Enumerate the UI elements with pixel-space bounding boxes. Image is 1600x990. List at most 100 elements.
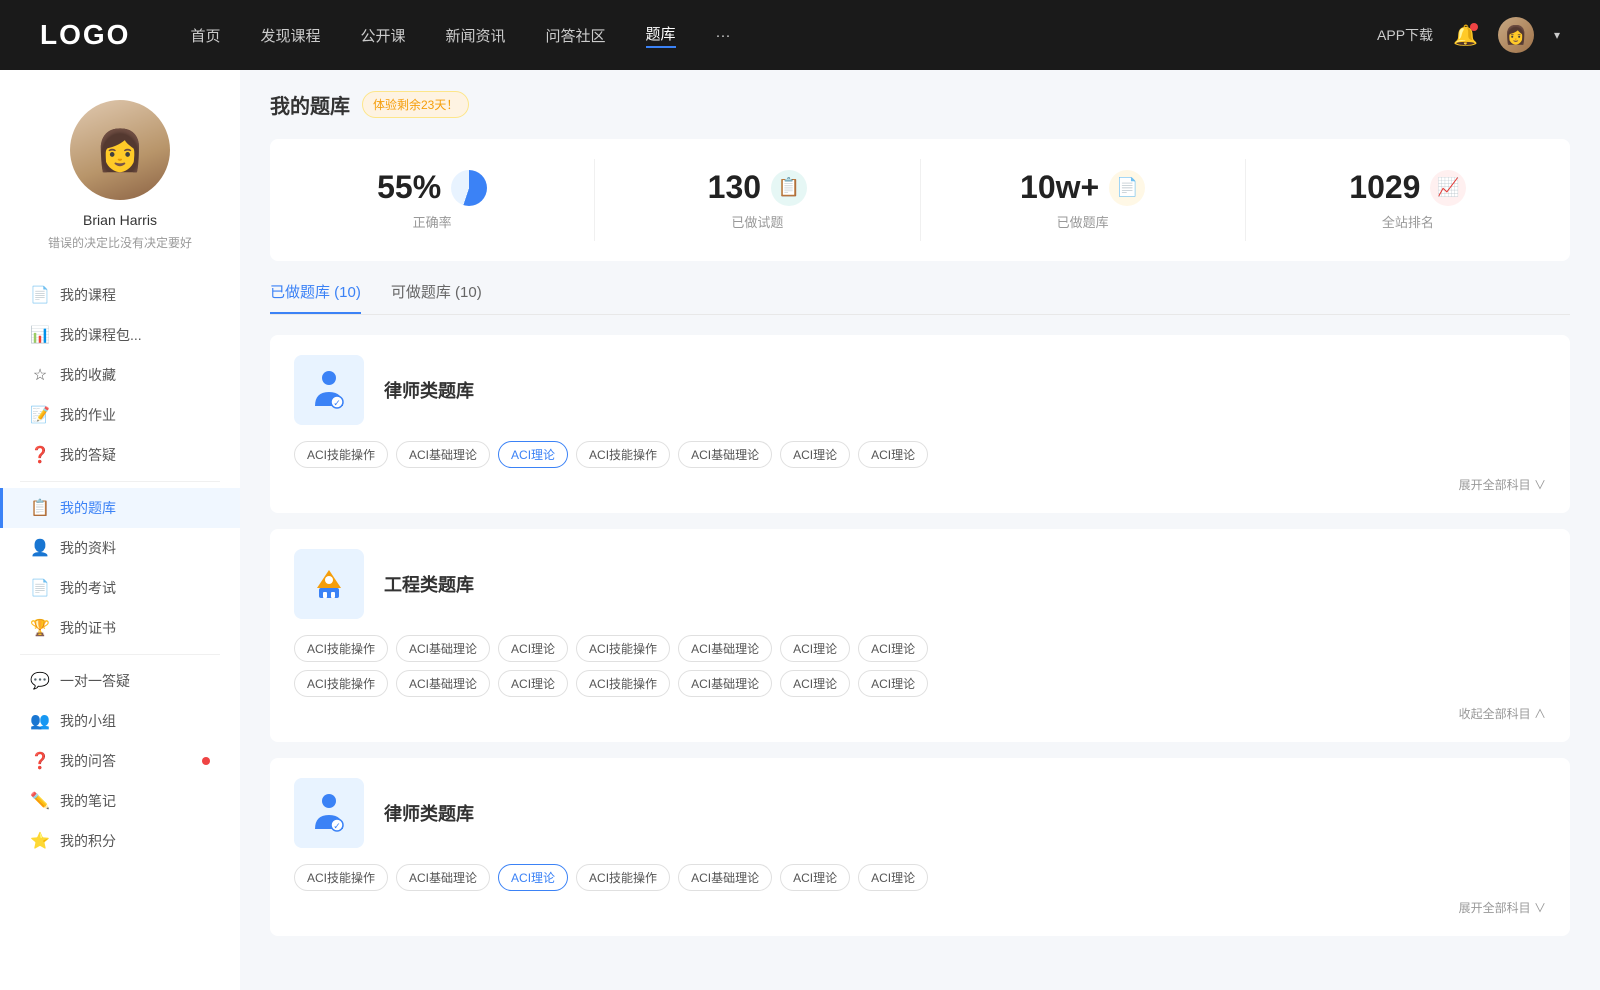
page-header: 我的题库 体验剩余23天！ [270,90,1570,119]
tag[interactable]: ACI理论 [780,635,850,662]
stat-item-0: 55%正确率 [270,159,595,241]
avatar-image: 👩 [1498,17,1534,53]
trial-badge: 体验剩余23天！ [362,91,469,118]
sidebar-item-我的证书[interactable]: 🏆我的证书 [0,608,240,648]
tag[interactable]: ACI基础理论 [678,670,772,697]
qbank-title: 工程类题库 [384,571,474,597]
tag[interactable]: ACI理论 [498,635,568,662]
menu-icon: ❓ [30,751,50,771]
tabs: 已做题库 (10) 可做题库 (10) [270,281,1570,315]
sidebar-item-我的笔记[interactable]: ✏️ 我的笔记 [0,781,240,821]
menu-icon: 📋 [30,498,50,518]
tag[interactable]: ACI基础理论 [396,441,490,468]
tag[interactable]: ACI基础理论 [678,441,772,468]
menu-label: 我的收藏 [60,365,210,385]
doc-amber-icon: 📄 [1109,170,1145,206]
tag[interactable]: ACI理论 [498,670,568,697]
stat-label: 正确率 [413,212,452,231]
tag[interactable]: ACI理论 [780,441,850,468]
expand-link[interactable]: 展开全部科目 ∨ [294,899,1546,916]
nav-link-···[interactable]: ··· [716,27,731,44]
sidebar-item-我的问答[interactable]: ❓ 我的问答 [0,741,240,781]
qbank-list: ✓ 律师类题库 ACI技能操作 ACI基础理论 ACI理论 ACI技能操作 ACI基础理论… [270,335,1570,936]
sidebar-item-我的题库[interactable]: 📋 我的题库 [0,488,240,528]
tags-row-2: ACI技能操作 ACI基础理论 ACI理论 ACI技能操作 ACI基础理论 ACI理论 AC… [294,670,1546,697]
menu-label: 我的题库 [60,498,210,518]
avatar[interactable]: 👩 [1498,17,1534,53]
sidebar-item-一对一答疑[interactable]: 💬一对一答疑 [0,661,240,701]
nav-link-题库[interactable]: 题库 [646,23,676,48]
sidebar-item-我的课程[interactable]: 📄我的课程 [0,275,240,315]
sidebar-item-我的答疑[interactable]: ❓我的答疑 [0,435,240,475]
nav-link-新闻资讯[interactable]: 新闻资讯 [446,25,506,46]
stat-item-1: 130📋已做试题 [595,159,920,241]
stat-label: 全站排名 [1382,212,1434,231]
tag[interactable]: ACI技能操作 [576,670,670,697]
tag[interactable]: ACI基础理论 [678,864,772,891]
tag[interactable]: ACI基础理论 [396,635,490,662]
tag[interactable]: ACI技能操作 [294,635,388,662]
tag[interactable]: ACI理论 [858,635,928,662]
layout: 👩 Brian Harris 错误的决定比没有决定要好 📄我的课程📊我的课程包.… [0,0,1600,990]
stat-value: 1029 [1349,169,1420,206]
tag[interactable]: ACI理论 [858,670,928,697]
tag[interactable]: ACI技能操作 [294,864,388,891]
tag[interactable]: ACI技能操作 [294,670,388,697]
menu-label: 我的小组 [60,711,210,731]
sidebar-item-我的收藏[interactable]: ☆ 我的收藏 [0,355,240,395]
tags-row-1: ACI技能操作 ACI基础理论 ACI理论 ACI技能操作 ACI基础理论 ACI理论 AC… [294,635,1546,662]
tag[interactable]: ACI技能操作 [576,635,670,662]
sidebar-item-我的作业[interactable]: 📝我的作业 [0,395,240,435]
page-title: 我的题库 [270,90,350,119]
nav-link-问答社区[interactable]: 问答社区 [546,25,606,46]
menu-icon: 👥 [30,711,50,731]
tag[interactable]: ACI技能操作 [576,441,670,468]
menu-label: 我的证书 [60,618,210,638]
stat-value: 130 [708,169,761,206]
collapse-link[interactable]: 收起全部科目 ∧ [294,705,1546,722]
user-avatar: 👩 [70,100,170,200]
menu-label: 我的问答 [60,751,192,771]
tag[interactable]: ACI基础理论 [396,864,490,891]
menu-notification-dot [202,757,210,765]
tag[interactable]: ACI理论 [858,441,928,468]
sidebar-item-我的小组[interactable]: 👥 我的小组 [0,701,240,741]
tab-1[interactable]: 可做题库 (10) [391,281,482,314]
menu-icon: ☆ [30,365,50,385]
sidebar-item-我的考试[interactable]: 📄我的考试 [0,568,240,608]
menu-icon: 📄 [30,578,50,598]
sidebar-item-我的积分[interactable]: ⭐我的积分 [0,821,240,861]
menu-icon: ✏️ [30,791,50,811]
tag[interactable]: ACI技能操作 [576,864,670,891]
nav-link-首页[interactable]: 首页 [190,25,220,46]
app-download-button[interactable]: APP下载 [1377,25,1433,45]
tag[interactable]: ACI理论 [498,864,568,891]
expand-link[interactable]: 展开全部科目 ∨ [294,476,1546,493]
qbank-header: ✓ 律师类题库 [294,778,1546,848]
logo[interactable]: LOGO [40,19,130,51]
accuracy-pie-chart [451,170,487,206]
svg-text:✓: ✓ [333,398,341,408]
stat-value: 10w+ [1020,169,1099,206]
qbank-card-2: 工程类题库ACI技能操作ACI基础理论ACI理论ACI技能操作ACI基础理论AC… [270,529,1570,742]
tag[interactable]: ACI基础理论 [396,670,490,697]
stat-label: 已做试题 [731,212,783,231]
notification-bell[interactable]: 🔔 [1453,23,1478,48]
qbank-title: 律师类题库 [384,377,474,403]
tag[interactable]: ACI技能操作 [294,441,388,468]
avatar-dropdown-arrow[interactable]: ▾ [1554,28,1560,42]
sidebar-item-我的课程包...[interactable]: 📊我的课程包... [0,315,240,355]
menu-icon: 📝 [30,405,50,425]
menu-label: 我的课程 [60,285,210,305]
tag[interactable]: ACI理论 [858,864,928,891]
tag[interactable]: ACI理论 [780,670,850,697]
nav-link-发现课程[interactable]: 发现课程 [260,25,320,46]
tag[interactable]: ACI基础理论 [678,635,772,662]
nav-link-公开课[interactable]: 公开课 [360,25,405,46]
tag[interactable]: ACI理论 [780,864,850,891]
tag[interactable]: ACI理论 [498,441,568,468]
menu-label: 我的笔记 [60,791,210,811]
tab-0[interactable]: 已做题库 (10) [270,281,361,314]
sidebar-menu: 📄我的课程📊我的课程包...☆我的收藏📝我的作业❓我的答疑📋我的题库👤我的资料📄… [0,275,240,861]
sidebar-item-我的资料[interactable]: 👤我的资料 [0,528,240,568]
